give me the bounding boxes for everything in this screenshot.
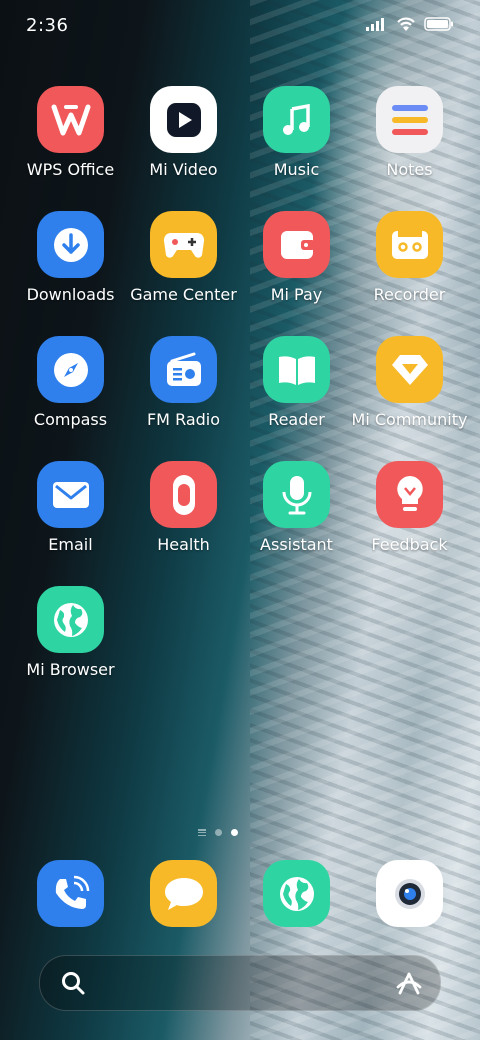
radio-icon xyxy=(150,336,217,403)
app-compass[interactable]: Compass xyxy=(14,336,127,446)
microphone-icon xyxy=(263,461,330,528)
signal-icon xyxy=(366,18,384,31)
app-label: Recorder xyxy=(373,285,446,304)
app-wps-office[interactable]: WPS Office xyxy=(14,86,127,196)
app-fm-radio[interactable]: FM Radio xyxy=(127,336,240,446)
gamepad-icon xyxy=(150,211,217,278)
status-icons xyxy=(366,16,454,32)
app-email[interactable]: Email xyxy=(14,461,127,571)
status-bar: 2:36 xyxy=(0,0,480,52)
fitness-band-icon xyxy=(150,461,217,528)
app-mi-browser[interactable]: Mi Browser xyxy=(14,586,127,696)
download-arrow-icon xyxy=(37,211,104,278)
play-video-icon xyxy=(150,86,217,153)
open-book-icon xyxy=(263,336,330,403)
app-reader[interactable]: Reader xyxy=(240,336,353,446)
diamond-icon xyxy=(376,336,443,403)
wps-office-icon xyxy=(37,86,104,153)
battery-icon xyxy=(424,17,453,31)
page-indicator[interactable] xyxy=(198,829,238,836)
app-label: Notes xyxy=(386,160,433,179)
envelope-icon xyxy=(37,461,104,528)
wallet-icon xyxy=(263,211,330,278)
search-icon xyxy=(62,972,85,995)
app-mi-community[interactable]: Mi Community xyxy=(352,336,467,446)
page-dot xyxy=(215,829,222,836)
app-notes[interactable]: Notes xyxy=(353,86,466,196)
music-note-icon xyxy=(263,86,330,153)
globe-icon xyxy=(37,586,104,653)
dock-phone[interactable] xyxy=(14,860,127,930)
app-mi-pay[interactable]: Mi Pay xyxy=(240,211,353,321)
wifi-icon xyxy=(397,17,415,31)
dock-camera[interactable] xyxy=(353,860,466,930)
message-bubble-icon xyxy=(150,860,217,927)
dock-browser[interactable] xyxy=(240,860,353,930)
globe-icon xyxy=(263,860,330,927)
dock-messaging[interactable] xyxy=(127,860,240,930)
app-label: Mi Community xyxy=(351,410,468,429)
assistant-icon[interactable] xyxy=(394,969,424,997)
cassette-icon xyxy=(376,211,443,278)
clock: 2:36 xyxy=(26,15,69,36)
app-recorder[interactable]: Recorder xyxy=(353,211,466,321)
app-downloads[interactable]: Downloads xyxy=(14,211,127,321)
search-bar[interactable] xyxy=(39,955,441,1011)
app-health[interactable]: Health xyxy=(127,461,240,571)
phone-icon xyxy=(37,860,104,927)
app-assistant[interactable]: Assistant xyxy=(240,461,353,571)
page-dot-active xyxy=(231,829,238,836)
app-label: Mi Browser xyxy=(26,660,115,679)
app-feedback[interactable]: Feedback xyxy=(353,461,466,571)
app-game-center[interactable]: Game Center xyxy=(127,211,240,321)
camera-icon xyxy=(376,860,443,927)
app-mi-video[interactable]: Mi Video xyxy=(127,86,240,196)
app-list-indicator-icon xyxy=(198,829,206,836)
compass-icon xyxy=(37,336,104,403)
notes-list-icon xyxy=(376,86,443,153)
app-label: Feedback xyxy=(371,535,448,554)
lightbulb-icon xyxy=(376,461,443,528)
app-music[interactable]: Music xyxy=(240,86,353,196)
